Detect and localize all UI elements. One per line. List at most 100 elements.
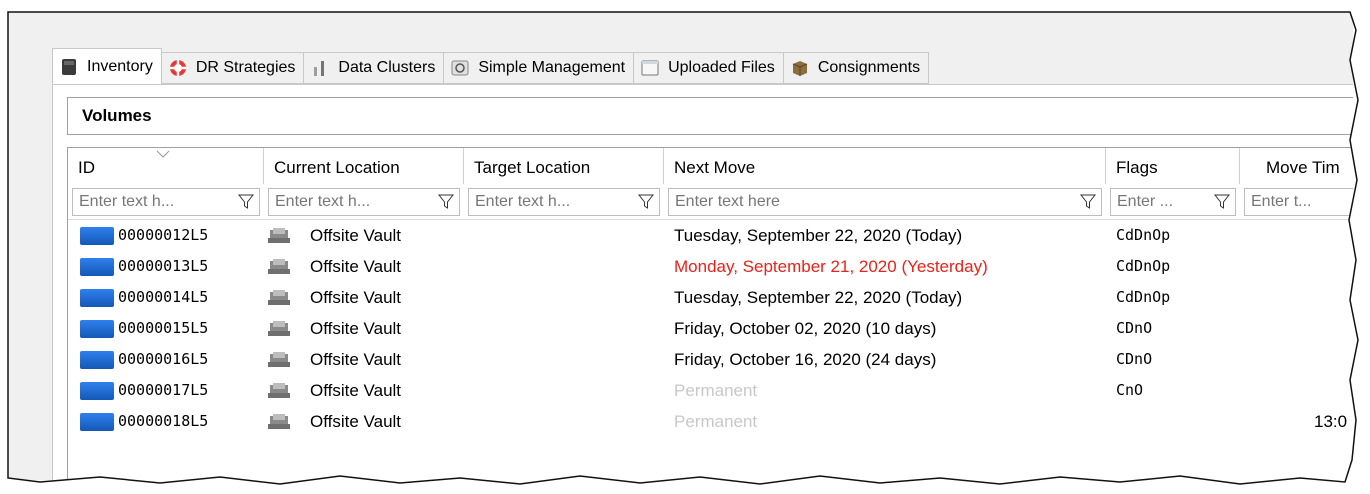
cell-next-move: Permanent xyxy=(674,381,758,400)
volumes-section-header: Volumes xyxy=(67,97,1353,135)
filter-id-input[interactable]: Enter text h... xyxy=(72,188,260,216)
table-row[interactable]: 00000013L5 Offsite Vault Monday, September… xyxy=(68,251,1353,282)
cell-move-time xyxy=(1314,375,1353,406)
cell-next-move: Monday, September 21, 2020 (Yesterday) xyxy=(674,257,988,276)
cell-current-location: Offsite Vault xyxy=(310,226,402,245)
cell-id: 00000015L5 xyxy=(118,319,209,337)
filter-funnel-icon[interactable] xyxy=(1077,191,1099,213)
cell-current-location: Offsite Vault xyxy=(310,319,402,338)
tab-consignments[interactable]: Consignments xyxy=(783,52,930,84)
cell-current-location: Offsite Vault xyxy=(310,257,402,276)
inventory-icon xyxy=(62,59,76,75)
tab-simple-management[interactable]: Simple Management xyxy=(444,52,635,84)
uploaded-files-icon xyxy=(641,60,659,76)
tab-inventory[interactable]: Inventory xyxy=(52,48,162,85)
tab-label: Consignments xyxy=(817,59,921,76)
cell-move-time: 13:0 xyxy=(1314,412,1348,431)
tab-content: Volumes ID Current Location Target Locat… xyxy=(52,84,1353,480)
tape-volume-icon xyxy=(80,351,114,369)
cell-move-time xyxy=(1314,282,1353,313)
vault-icon xyxy=(268,383,290,398)
cell-flags: CnO xyxy=(1116,381,1144,399)
filter-funnel-icon[interactable] xyxy=(1211,191,1233,213)
table-row[interactable]: 00000012L5 Offsite Vault Tuesday, Septembe… xyxy=(68,220,1353,251)
cell-flags: CdDnOp xyxy=(1116,226,1171,244)
table-row[interactable]: 00000016L5 Offsite Vault Friday, October 1… xyxy=(68,344,1353,375)
filter-funnel-icon[interactable] xyxy=(635,191,657,213)
tab-label: DR Strategies xyxy=(195,59,296,76)
vault-icon xyxy=(268,228,290,243)
cell-target-location xyxy=(478,313,658,344)
column-header-flags[interactable]: Flags xyxy=(1106,148,1240,184)
tab-dr-strategies[interactable]: DR Strategies xyxy=(161,52,305,84)
clusters-icon xyxy=(314,61,325,76)
application-panel: Inventory DR Strategies Data Clusters Si… xyxy=(8,12,1353,480)
cell-id: 00000012L5 xyxy=(118,226,209,244)
cell-move-time xyxy=(1314,344,1353,375)
column-header-id[interactable]: ID xyxy=(68,148,264,184)
tape-volume-icon xyxy=(80,258,114,276)
filter-target-location-input[interactable]: Enter text h... xyxy=(468,188,660,216)
cell-flags: CDnO xyxy=(1116,350,1153,368)
tab-label: Simple Management xyxy=(478,59,626,76)
section-title: Volumes xyxy=(82,106,152,125)
column-header-move-time[interactable]: Move Tim xyxy=(1240,148,1353,184)
cell-flags: CdDnOp xyxy=(1116,288,1171,306)
cell-flags xyxy=(1116,406,1236,437)
cell-flags: CdDnOp xyxy=(1116,257,1171,275)
tape-volume-icon xyxy=(80,227,114,245)
cell-next-move: Friday, October 02, 2020 (10 days) xyxy=(674,319,937,338)
cell-next-move: Tuesday, September 22, 2020 (Today) xyxy=(674,288,963,307)
cell-id: 00000017L5 xyxy=(118,381,209,399)
tab-label: Uploaded Files xyxy=(668,59,775,76)
cell-id: 00000013L5 xyxy=(118,257,209,275)
vault-icon xyxy=(268,414,290,429)
tab-uploaded-files[interactable]: Uploaded Files xyxy=(634,52,784,84)
filter-funnel-icon[interactable] xyxy=(235,191,257,213)
tape-volume-icon xyxy=(80,382,114,400)
cell-next-move: Permanent xyxy=(674,412,758,431)
filter-move-time-input[interactable]: Enter t... xyxy=(1244,188,1353,216)
filter-current-location-input[interactable]: Enter text h... xyxy=(268,188,460,216)
table-row[interactable]: 00000018L5 Offsite Vault Permanent 13:0 xyxy=(68,406,1353,437)
cell-target-location xyxy=(478,220,658,251)
cell-target-location xyxy=(478,282,658,313)
cell-flags: CDnO xyxy=(1116,319,1153,337)
tab-strip: Inventory DR Strategies Data Clusters Si… xyxy=(52,48,930,85)
cell-next-move: Friday, October 16, 2020 (24 days) xyxy=(674,350,937,369)
tab-data-clusters[interactable]: Data Clusters xyxy=(304,52,445,84)
consignments-icon xyxy=(792,61,808,76)
cell-target-location xyxy=(478,406,658,437)
vault-icon xyxy=(268,290,290,305)
cell-move-time xyxy=(1314,313,1353,344)
table-row[interactable]: 00000017L5 Offsite Vault Permanent CnO xyxy=(68,375,1353,406)
column-header-current-location[interactable]: Current Location xyxy=(264,148,464,184)
volumes-grid: ID Current Location Target Location Next… xyxy=(67,147,1353,480)
cell-move-time xyxy=(1314,220,1353,251)
filter-next-move-input[interactable]: Enter text here xyxy=(668,188,1102,216)
cell-current-location: Offsite Vault xyxy=(310,381,402,400)
filter-funnel-icon[interactable] xyxy=(435,191,457,213)
cell-target-location xyxy=(478,251,658,282)
tape-volume-icon xyxy=(80,413,114,431)
grid-header-row: ID Current Location Target Location Next… xyxy=(68,148,1353,184)
cell-id: 00000014L5 xyxy=(118,288,209,306)
vault-icon xyxy=(268,321,290,336)
cell-current-location: Offsite Vault xyxy=(310,412,402,431)
sort-descending-icon xyxy=(156,150,170,158)
cell-target-location xyxy=(478,344,658,375)
column-header-next-move[interactable]: Next Move xyxy=(664,148,1106,184)
cell-current-location: Offsite Vault xyxy=(310,288,402,307)
table-row[interactable]: 00000015L5 Offsite Vault Friday, October 0… xyxy=(68,313,1353,344)
table-row[interactable]: 00000014L5 Offsite Vault Tuesday, Septembe… xyxy=(68,282,1353,313)
cell-id: 00000018L5 xyxy=(118,412,209,430)
filter-flags-input[interactable]: Enter ... xyxy=(1110,188,1236,216)
column-header-target-location[interactable]: Target Location xyxy=(464,148,664,184)
lifebuoy-icon xyxy=(169,60,186,76)
tape-volume-icon xyxy=(80,320,114,338)
cell-next-move: Tuesday, September 22, 2020 (Today) xyxy=(674,226,963,245)
vault-icon xyxy=(268,352,290,367)
tape-volume-icon xyxy=(80,289,114,307)
cell-target-location xyxy=(478,375,658,406)
cell-current-location: Offsite Vault xyxy=(310,350,402,369)
